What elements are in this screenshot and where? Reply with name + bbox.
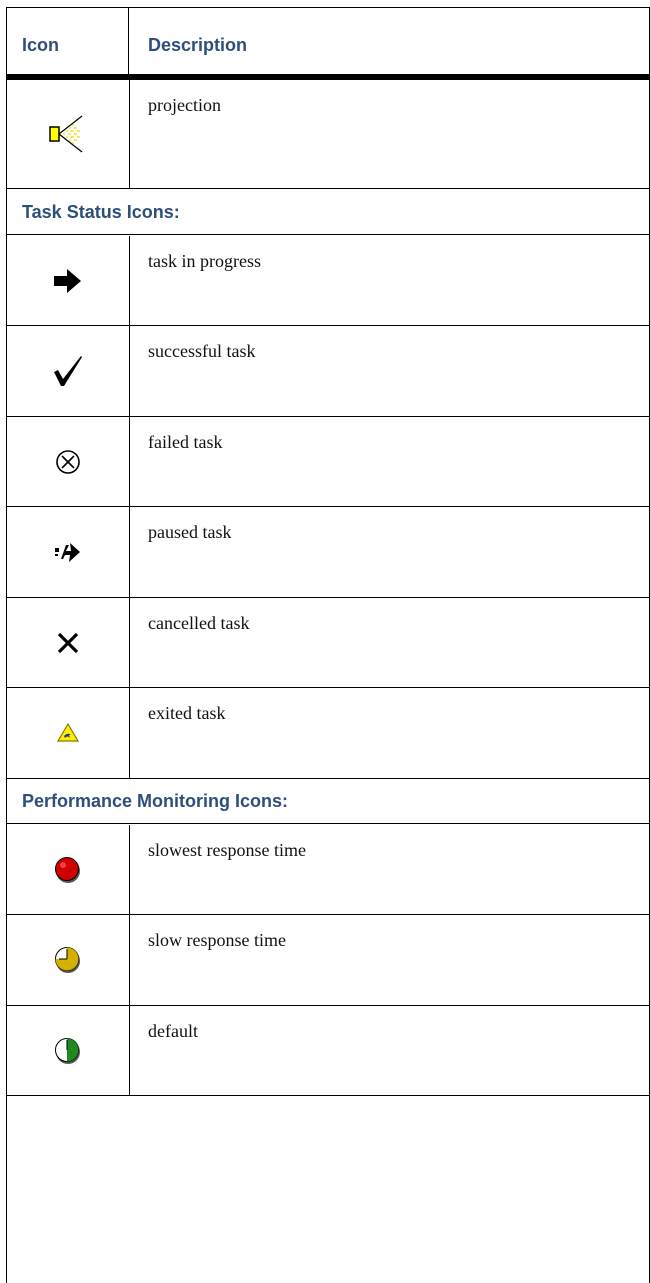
row-description: successful task — [148, 341, 256, 361]
paused-task-icon — [7, 507, 130, 597]
table-row: failed task — [7, 417, 649, 507]
table-row: slowest response time — [7, 825, 649, 915]
row-description: default — [148, 1021, 198, 1041]
failed-task-icon — [7, 417, 130, 506]
row-description: paused task — [148, 522, 232, 542]
section-heading-task-status: Task Status Icons: — [7, 189, 649, 235]
cancelled-task-icon — [7, 598, 130, 687]
table-row: task in progress — [7, 236, 649, 326]
successful-task-icon — [7, 326, 130, 416]
row-description: exited task — [148, 703, 226, 723]
table-row: successful task — [7, 326, 649, 417]
header-description-column: Description — [148, 35, 248, 55]
exited-task-icon — [7, 688, 130, 778]
slow-response-time-icon — [7, 915, 130, 1005]
table-row: projection — [7, 80, 649, 189]
row-description: slowest response time — [148, 840, 306, 860]
row-description: cancelled task — [148, 613, 250, 633]
section-heading-performance-monitoring: Performance Monitoring Icons: — [7, 779, 649, 824]
header-icon-column: Icon — [7, 8, 129, 74]
table-row: slow response time — [7, 915, 649, 1006]
icon-table: Icon Description projection Task Status … — [6, 7, 650, 1283]
projection-icon — [7, 80, 130, 188]
row-description: failed task — [148, 432, 223, 452]
default-response-icon — [7, 1006, 130, 1095]
row-description: projection — [148, 95, 221, 115]
table-header: Icon Description — [7, 8, 649, 80]
table-row: cancelled task — [7, 598, 649, 688]
table-row: exited task — [7, 688, 649, 779]
slowest-response-time-icon — [7, 825, 130, 914]
task-in-progress-icon — [7, 236, 130, 325]
row-description: task in progress — [148, 251, 261, 271]
table-row: default — [7, 1006, 649, 1096]
row-description: slow response time — [148, 930, 286, 950]
table-row: paused task — [7, 507, 649, 598]
